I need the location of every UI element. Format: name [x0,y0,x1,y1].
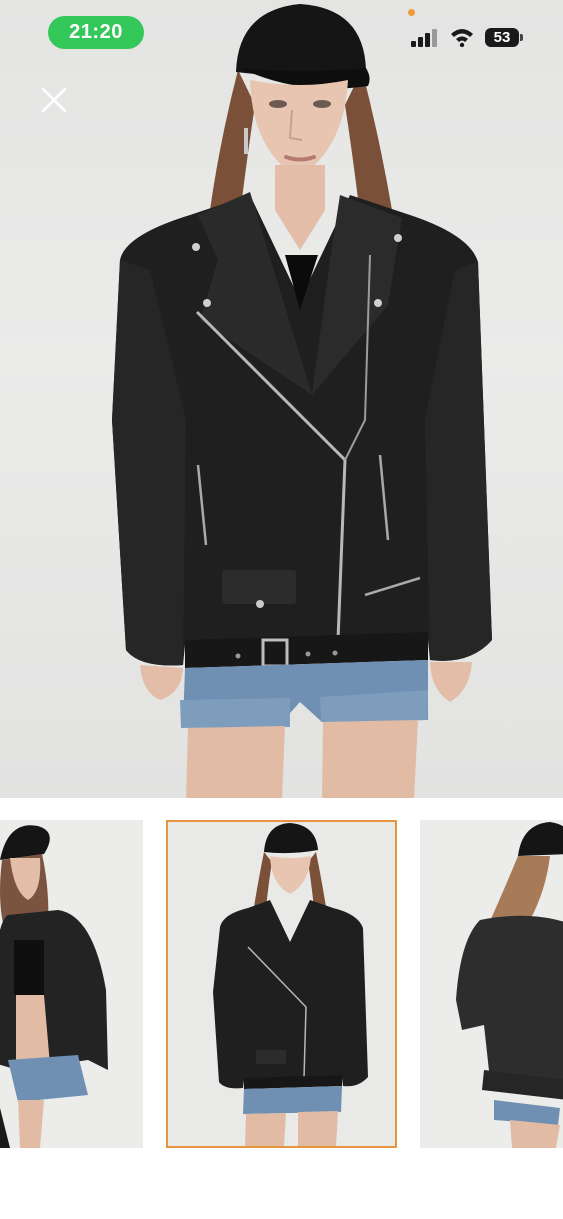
thumbnail-front-view-image [168,822,395,1146]
thumbnail-front-view[interactable] [166,820,397,1148]
privacy-indicator-dot [408,9,415,16]
wifi-icon [451,29,473,47]
thumbnail-side-view-image [0,820,143,1148]
thumbnail-strip [0,820,563,1148]
thumbnail-back-view[interactable] [420,820,563,1148]
time-pill[interactable]: 21:20 [48,16,144,49]
close-icon[interactable] [38,84,70,116]
signal-icon [411,29,437,47]
status-bar: 21:20 53 [0,0,563,64]
battery-cap [520,34,523,41]
thumbnail-side-view[interactable] [0,820,143,1148]
thumbnail-back-view-image [420,820,563,1148]
main-product-image[interactable] [0,0,563,798]
product-photo [112,4,492,798]
battery-icon: 53 [485,28,519,47]
